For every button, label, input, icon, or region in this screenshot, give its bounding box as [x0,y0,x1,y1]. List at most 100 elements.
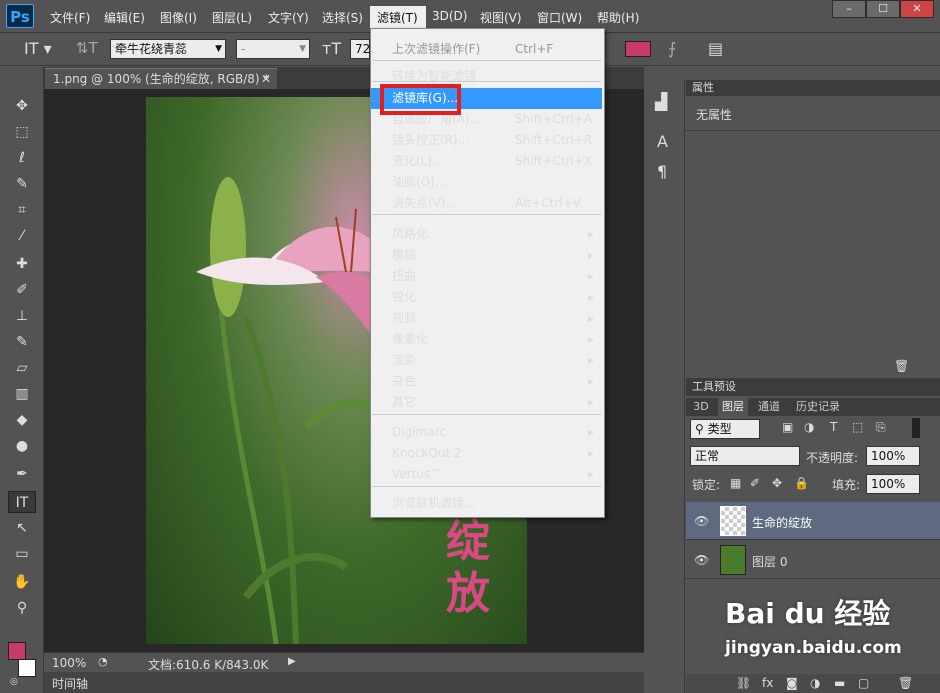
quick-mask-icon[interactable]: ◎ [10,677,30,689]
lock-all-icon[interactable]: 🔒 [794,476,809,490]
quick-select-tool-icon[interactable]: ✎ [8,173,36,195]
layer-row[interactable]: 👁 生命的绽放 [686,502,940,540]
status-info-icon[interactable]: ◔ [98,655,108,668]
filter-menu-item[interactable]: 视频 ▶ [371,308,602,329]
fill-input[interactable]: 100% [866,474,920,494]
link-icon[interactable]: ⛓ [736,676,751,690]
trash-icon[interactable]: 🗑 [894,359,909,373]
tab-layers[interactable]: 图层 [718,398,748,416]
menu-view[interactable]: 视图(V) [480,9,522,26]
lock-pixels-icon[interactable]: ▦ [730,476,741,490]
eyedropper-tool-icon[interactable]: ⁄ [8,225,36,247]
healing-brush-tool-icon[interactable]: ✚ [8,253,36,275]
menu-3d[interactable]: 3D(D) [432,9,467,23]
trash-icon[interactable]: 🗑 [898,676,913,690]
lock-brush-icon[interactable]: ✐ [750,476,760,490]
gradient-tool-icon[interactable]: ▥ [8,383,36,405]
folder-icon[interactable]: ▬ [834,676,845,690]
filter-type-icon[interactable]: T [830,420,837,434]
tab-history[interactable]: 历史记录 [792,398,844,416]
zoom-tool-icon[interactable]: ⚲ [8,597,36,619]
filter-menu-item[interactable]: 扭曲 ▶ [371,266,602,287]
adjust-panel-icon[interactable]: ▟ [655,92,667,111]
opacity-input[interactable]: 100% [866,446,920,466]
clone-stamp-tool-icon[interactable]: ⊥ [8,305,36,327]
paragraph-panel-icon[interactable]: ¶ [657,162,667,181]
eye-icon[interactable]: 👁 [694,514,709,528]
text-color-swatch[interactable] [625,41,651,57]
type-tool-icon[interactable]: IT ▾ [24,39,52,58]
eye-icon[interactable]: 👁 [694,553,709,567]
brush-tool-icon[interactable]: ✐ [8,279,36,301]
mask-icon[interactable]: ◙ [786,676,798,690]
filter-menu-item[interactable]: 渲染 ▶ [371,350,602,371]
marquee-tool-icon[interactable]: ⬚ [8,121,36,143]
filter-menu-item[interactable]: Digimarc ▶ [371,422,602,443]
filter-menu-item[interactable]: 油画(O)... [371,172,602,193]
document-tab[interactable]: 1.png @ 100% (生命的绽放, RGB/8) * ✕ [45,68,277,89]
layer-row[interactable]: 👁 图层 0 [686,541,940,579]
layer-name[interactable]: 图层 0 [752,553,787,570]
menu-layer[interactable]: 图层(L) [212,9,252,26]
zoom-level[interactable]: 100% [52,656,86,670]
orientation-toggle-icon[interactable]: ⇅T [76,39,98,57]
character-panel-icon[interactable]: ▤ [708,39,723,58]
minimize-button[interactable]: – [832,0,866,18]
menu-edit[interactable]: 编辑(E) [104,9,145,26]
filter-menu-item[interactable]: 液化(L)... Shift+Ctrl+X [371,151,602,172]
layer-name[interactable]: 生命的绽放 [752,514,812,531]
filter-menu-item[interactable]: Vertus™ ▶ [371,464,602,485]
font-style-select[interactable]: - ▼ [236,39,310,59]
filter-menu-item[interactable]: 锐化 ▶ [371,287,602,308]
menu-window[interactable]: 窗口(W) [537,9,582,26]
filter-menu-item[interactable]: 风格化 ▶ [371,224,602,245]
filter-toggle[interactable] [912,418,920,438]
close-tab-icon[interactable]: ✕ [261,69,271,89]
filter-adjust-icon[interactable]: ◑ [804,420,814,434]
eraser-tool-icon[interactable]: ▱ [8,357,36,379]
close-button[interactable]: ✕ [900,0,934,18]
adjustment-icon[interactable]: ◑ [810,676,820,690]
menu-file[interactable]: 文件(F) [50,9,90,26]
tab-channels[interactable]: 通道 [754,398,784,416]
timeline-bar[interactable]: 时间轴 [44,672,644,693]
menu-image[interactable]: 图像(I) [160,9,197,26]
filter-menu-item[interactable]: 像素化 ▶ [371,329,602,350]
character-panel-icon[interactable]: A [657,132,668,151]
filter-menu-item[interactable]: 浏览联机滤镜... [371,493,602,514]
layer-filter-select[interactable]: ⚲ 类型 [690,419,760,439]
font-size-input[interactable]: 72 [350,39,370,59]
menu-select[interactable]: 选择(S) [322,9,363,26]
filter-pixel-icon[interactable]: ▣ [782,420,793,434]
filter-smart-icon[interactable]: ⎘ [876,420,886,435]
foreground-color-swatch[interactable] [8,642,26,660]
type-tool-icon[interactable]: IT [8,491,36,513]
maximize-button[interactable]: ☐ [866,0,900,18]
filter-menu-item[interactable]: 镜头校正(R)... Shift+Ctrl+R [371,130,602,151]
fx-icon[interactable]: fx [762,676,773,690]
dodge-tool-icon[interactable]: ● [8,435,36,457]
crop-tool-icon[interactable]: ⌗ [8,199,36,221]
filter-menu-item[interactable]: 模糊 ▶ [371,245,602,266]
background-color-swatch[interactable] [18,659,36,677]
blend-mode-select[interactable]: 正常 [690,446,800,466]
blur-tool-icon[interactable]: ◆ [8,409,36,431]
lasso-tool-icon[interactable]: ℓ [8,147,36,169]
move-tool-icon[interactable]: ✥ [8,95,36,117]
menu-help[interactable]: 帮助(H) [597,9,639,26]
filter-menu-item[interactable]: 其它 ▶ [371,392,602,413]
play-arrow-icon[interactable]: ▶ [288,656,296,667]
path-select-tool-icon[interactable]: ↖ [8,517,36,539]
filter-shape-icon[interactable]: ⬚ [852,420,863,434]
new-layer-icon[interactable]: ▢ [858,676,869,690]
tool-presets-header[interactable]: 工具预设 [686,378,940,396]
shape-tool-icon[interactable]: ▭ [8,543,36,565]
pen-tool-icon[interactable]: ✒ [8,463,36,485]
menu-filter[interactable]: 滤镜(T) [377,9,418,26]
warp-text-icon[interactable]: ⨍ [668,39,676,58]
filter-menu-item[interactable]: 消失点(V)... Alt+Ctrl+V [371,193,602,214]
tab-3d[interactable]: 3D [688,398,714,416]
hand-tool-icon[interactable]: ✋ [8,571,36,593]
lock-position-icon[interactable]: ✥ [772,476,782,490]
font-family-select[interactable]: 牵牛花绕青蕊 ▼ [110,39,226,59]
